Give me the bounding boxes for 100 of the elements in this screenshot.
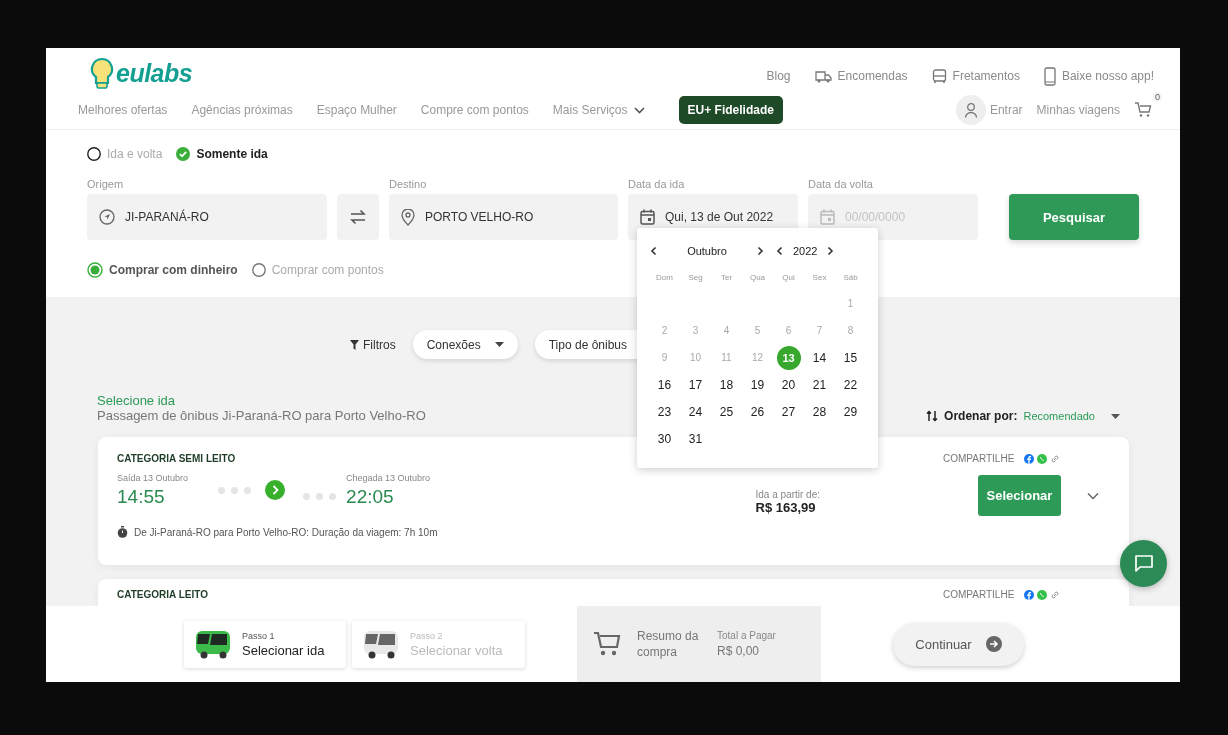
bus-icon [362,628,400,660]
sort-icon[interactable] [926,410,939,422]
calendar-year: 2022 [793,245,818,257]
calendar-day[interactable]: 20 [776,372,801,397]
navigation-icon [99,209,115,225]
weekday-label: Ter [719,272,734,284]
swap-arrows-icon[interactable] [349,209,367,225]
field-label: Destino [389,178,428,190]
calendar-day[interactable]: 23 [652,399,677,424]
chat-icon[interactable] [1133,554,1154,573]
weekday-label: Qui [781,272,796,284]
next-year-icon[interactable] [825,246,836,256]
chevron-down-icon[interactable] [1087,491,1099,500]
lightbulb-icon [90,57,114,89]
whatsapp-icon[interactable] [1037,589,1048,600]
cart-icon [593,631,621,657]
calendar-day[interactable]: 30 [652,426,677,451]
weekday-label: Sáb [842,272,859,284]
link-icon[interactable] [1050,453,1061,464]
facebook-icon[interactable] [1024,453,1035,464]
filter-dropdown[interactable]: Conexões [412,330,518,359]
top-link-label[interactable]: Encomendas [837,69,908,83]
calendar-day: 5 [745,318,770,343]
caret-down-icon[interactable] [1111,413,1120,419]
radio-button[interactable] [87,147,101,161]
origin-field[interactable]: JI-PARANÁ-RO [87,194,327,240]
calendar-day[interactable]: 19 [745,372,770,397]
calendar-day[interactable]: 22 [838,372,863,397]
truck-icon [814,69,832,83]
calendar-day: 10 [683,345,708,370]
calendar-day[interactable]: 29 [838,399,863,424]
section-subtitle: Passagem de ônibus Ji-Paraná-RO para Porto Velho-RO [97,408,426,423]
share-label: COMPARTILHE [943,453,1015,464]
calendar-day[interactable]: 27 [776,399,801,424]
calendar-day: 6 [776,318,801,343]
summary-title: Resumo da compra [637,628,700,660]
cart-icon[interactable] [1134,100,1152,118]
calendar-day[interactable]: 28 [807,399,832,424]
calendar-day[interactable]: 14 [807,345,832,370]
whatsapp-icon[interactable] [1037,453,1048,464]
total-label: Total a Pagar [717,630,776,641]
next-month-icon[interactable] [755,246,765,256]
top-link-label[interactable]: Fretamentos [952,69,1020,83]
calendar-month: Outubro [686,245,728,257]
phone-icon [1043,66,1056,86]
weekday-label: Qua [748,272,767,284]
step-button[interactable]: Passo 1 Selecionar ida [184,620,346,668]
calendar-day[interactable]: 17 [683,372,708,397]
calendar-day: 11 [714,345,739,370]
calendar-day[interactable]: 31 [683,426,708,451]
departure-time: 14:55 [117,486,166,508]
departure-label: Saída 13 Outubro [117,473,189,483]
payment-option-label[interactable]: Comprar com dinheiro [109,263,238,277]
weekday-label: Seg [687,272,704,284]
swap-button[interactable] [337,194,379,240]
trip-type-label[interactable]: Somente ida [196,147,268,161]
calendar-icon [820,209,835,225]
search-button[interactable]: Pesquisar [1009,194,1139,240]
field-label: Data da volta [808,178,874,190]
user-avatar-icon[interactable] [955,95,986,125]
calendar-day[interactable]: 25 [714,399,739,424]
facebook-icon[interactable] [1024,589,1035,600]
calendar-day: 3 [683,318,708,343]
cart-count: 0 [1153,92,1162,102]
chevron-down-icon [633,106,645,114]
top-link-label[interactable]: Baixe nosso app! [1061,69,1154,83]
radio-button[interactable] [251,263,266,277]
previous-month-icon[interactable] [649,246,659,256]
calendar-day[interactable]: 21 [807,372,832,397]
bus-icon [194,628,232,660]
filter-icon [350,339,359,350]
calendar-day: 7 [807,318,832,343]
previous-year-icon[interactable] [775,246,785,256]
calendar-day: 8 [838,318,863,343]
destination-field[interactable]: PORTO VELHO-RO [389,194,618,240]
sort-dropdown[interactable]: Ordenar por: Recomendado [926,409,1120,423]
select-button[interactable]: Selecionar [978,475,1061,516]
loyalty-button[interactable]: EU+ Fidelidade [678,96,783,124]
calendar-day[interactable]: 16 [652,372,677,397]
field-label: Data da ida [628,178,686,190]
stopwatch-icon [117,526,128,538]
calendar-day: 1 [838,291,863,316]
calendar-day[interactable]: 26 [745,399,770,424]
arrival-time: 22:05 [346,486,395,508]
caret-down-icon[interactable] [494,342,504,347]
top-link-label[interactable]: Blog [766,69,791,83]
calendar-day[interactable]: 18 [714,372,739,397]
arrow-circle-icon [265,480,286,500]
trip-category: CATEGORIA LEITO [117,589,209,600]
trip-category: CATEGORIA SEMI LEITO [117,453,237,464]
section-title: Selecione ida [97,393,177,408]
calendar-day: 4 [714,318,739,343]
calendar-day[interactable]: 15 [838,345,863,370]
radio-button[interactable] [87,262,103,278]
link-icon[interactable] [1050,589,1061,600]
calendar-day[interactable]: 24 [683,399,708,424]
weekday-label: Dom [655,272,674,284]
dots-icon [218,486,252,494]
check-circle-icon[interactable] [176,147,191,161]
location-pin-icon [401,208,415,226]
